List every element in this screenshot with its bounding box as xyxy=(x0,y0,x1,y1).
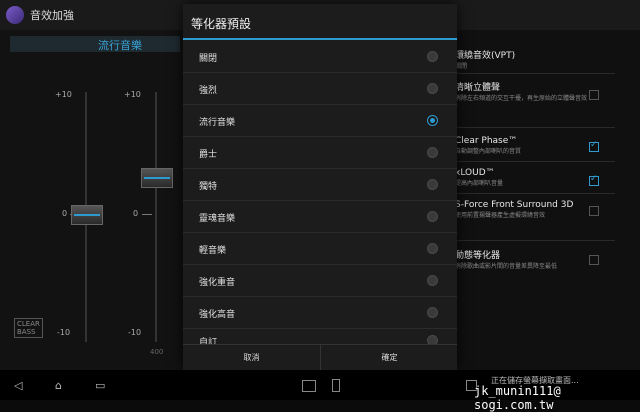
preset-option-off[interactable]: 關閉 xyxy=(183,40,457,73)
recents-icon[interactable]: ▭ xyxy=(95,379,105,392)
radio-button-selected[interactable] xyxy=(427,115,438,126)
clear-stereo-checkbox[interactable] xyxy=(589,90,599,100)
preset-option-light[interactable]: 輕音樂 xyxy=(183,232,457,265)
dialog-button-bar: 取消 確定 xyxy=(183,344,457,371)
radio-button[interactable] xyxy=(427,147,438,158)
home-icon[interactable]: ⌂ xyxy=(55,379,62,392)
current-preset-label: 流行音樂 xyxy=(98,39,142,52)
radio-button[interactable] xyxy=(427,335,438,344)
divider xyxy=(455,240,615,241)
preset-option-unique[interactable]: 獨特 xyxy=(183,168,457,201)
preset-option-heavy[interactable]: 強烈 xyxy=(183,72,457,105)
preset-option-custom[interactable]: 自訂 xyxy=(183,328,457,344)
freq-label: 400 xyxy=(150,348,164,356)
small-app-icon[interactable] xyxy=(302,380,316,392)
clear-bass-line2: BASS xyxy=(17,328,36,336)
preset-header xyxy=(10,36,180,52)
dialog-title: 等化器預設 xyxy=(191,17,252,31)
cancel-button[interactable]: 取消 xyxy=(183,345,320,371)
band-slider-track-2[interactable] xyxy=(155,92,157,342)
watermark-text: jk_munin111@ sogi.com.tw xyxy=(474,384,561,412)
ok-button[interactable]: 確定 xyxy=(321,345,458,371)
sforce-checkbox[interactable] xyxy=(589,206,599,216)
app-title: 音效加強 xyxy=(30,9,74,22)
radio-button[interactable] xyxy=(427,307,438,318)
option-label: 強烈 xyxy=(199,86,218,96)
preset-option-treble-boost[interactable]: 強化高音 xyxy=(183,296,457,329)
option-label: 靈魂音樂 xyxy=(199,214,236,224)
setting-title: 環繞音效(VPT) xyxy=(455,51,516,61)
clear-phase-checkbox[interactable] xyxy=(589,140,599,152)
divider xyxy=(455,193,615,194)
scale-zero-label: 0 xyxy=(62,209,68,218)
option-label: 強化重音 xyxy=(199,278,236,288)
xloud-checkbox[interactable] xyxy=(589,174,599,186)
divider xyxy=(455,161,615,162)
clear-bass-line1: CLEAR xyxy=(17,320,40,328)
option-label: 輕音樂 xyxy=(199,246,227,256)
radio-button[interactable] xyxy=(427,211,438,222)
divider xyxy=(455,73,615,74)
radio-button[interactable] xyxy=(427,243,438,254)
option-label: 爵士 xyxy=(199,150,218,160)
setting-subtitle: 關閉 xyxy=(455,63,468,70)
clear-bass-logo: CLEAR BASS xyxy=(14,318,43,338)
back-icon[interactable]: ◁ xyxy=(14,379,22,392)
zero-mark-2 xyxy=(142,214,152,215)
scale-bottom-label: -10 xyxy=(57,328,71,337)
scale-top-label-2: +10 xyxy=(124,90,141,99)
option-label: 流行音樂 xyxy=(199,118,236,128)
option-label: 獨特 xyxy=(199,182,218,192)
dynamic-eq-checkbox[interactable] xyxy=(589,255,599,265)
option-label: 自訂 xyxy=(199,338,218,344)
preset-option-pop[interactable]: 流行音樂 xyxy=(183,104,457,137)
preset-option-soul[interactable]: 靈魂音樂 xyxy=(183,200,457,233)
scale-bottom-label-2: -10 xyxy=(128,328,142,337)
remote-icon[interactable] xyxy=(332,379,340,392)
radio-button[interactable] xyxy=(427,275,438,286)
scale-zero-label-2: 0 xyxy=(133,209,139,218)
divider xyxy=(455,127,615,128)
preset-option-bass-boost[interactable]: 強化重音 xyxy=(183,264,457,297)
app-logo-icon[interactable] xyxy=(6,6,24,24)
radio-button[interactable] xyxy=(427,83,438,94)
radio-button[interactable] xyxy=(427,179,438,190)
band-slider-knob-2[interactable] xyxy=(141,168,173,188)
preset-option-jazz[interactable]: 爵士 xyxy=(183,136,457,169)
equalizer-preset-dialog: 等化器預設 關閉 強烈 流行音樂 爵士 獨特 靈魂音樂 輕音樂 強化重音 強化高… xyxy=(183,4,457,371)
band-slider-knob[interactable] xyxy=(71,205,103,225)
scale-top-label: +10 xyxy=(55,90,72,99)
option-label: 關閉 xyxy=(199,54,218,64)
option-label: 強化高音 xyxy=(199,310,236,320)
setting-vpt[interactable]: 環繞音效(VPT) 關閉 xyxy=(455,48,615,70)
radio-button[interactable] xyxy=(427,51,438,62)
